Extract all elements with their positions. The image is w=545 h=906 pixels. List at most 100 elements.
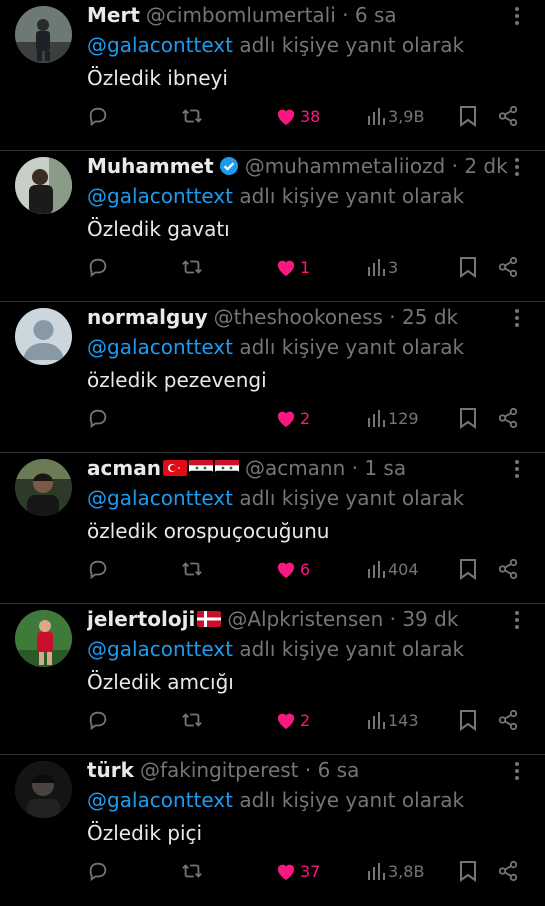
avatar[interactable] <box>15 6 72 63</box>
retweet-icon <box>182 864 202 878</box>
bookmark-button[interactable] <box>459 103 477 129</box>
like-count: 38 <box>300 106 321 126</box>
share-button[interactable] <box>497 707 519 733</box>
reply-icon <box>89 409 107 429</box>
reply-context: @galaconttext adlı kişiye yanıt olarak <box>87 335 465 359</box>
like-button[interactable]: 6 <box>275 556 310 582</box>
more-vertical-icon <box>515 7 519 25</box>
reply-context: @galaconttext adlı kişiye yanıt olarak <box>87 788 465 812</box>
action-bar: 37 3,8B <box>87 858 527 884</box>
heart-icon <box>277 109 295 126</box>
retweet-button[interactable] <box>180 103 204 129</box>
reply-context: @galaconttext adlı kişiye yanıt olarak <box>87 637 465 661</box>
avatar[interactable] <box>15 157 72 214</box>
tweet[interactable]: türk @fakingitperest · 6 sa @galaconttex… <box>0 755 545 906</box>
more-vertical-icon <box>515 158 519 176</box>
view-count: 3,9B <box>388 106 425 126</box>
share-icon <box>498 860 518 882</box>
mention-link[interactable]: @galaconttext <box>87 788 233 812</box>
views-button[interactable]: 129 <box>367 405 419 431</box>
share-icon <box>498 105 518 127</box>
reply-button[interactable] <box>87 858 109 884</box>
action-bar: 38 3,9B <box>87 103 527 129</box>
like-button[interactable]: 38 <box>275 103 320 129</box>
handle[interactable]: @muhammetaliiozd · 2 dk <box>245 151 508 181</box>
avatar[interactable] <box>15 308 72 365</box>
display-name[interactable]: acman <box>87 453 161 483</box>
reply-icon <box>89 560 107 580</box>
mention-link[interactable]: @galaconttext <box>87 335 233 359</box>
reply-icon <box>89 107 107 127</box>
view-count: 3,8B <box>388 861 425 881</box>
handle[interactable]: @acmann · 1 sa <box>245 453 406 483</box>
bookmark-button[interactable] <box>459 254 477 280</box>
like-button[interactable]: 2 <box>275 707 310 733</box>
tweet[interactable]: jelertoloji @Alpkristensen · 39 dk @gala… <box>0 604 545 755</box>
bookmark-button[interactable] <box>459 556 477 582</box>
reply-feed: Mert @cimbomlumertali · 6 sa @galacontte… <box>0 0 545 906</box>
reply-button[interactable] <box>87 405 109 431</box>
views-button[interactable]: 143 <box>367 707 419 733</box>
bookmark-icon <box>460 861 476 882</box>
display-name[interactable]: normalguy <box>87 302 208 332</box>
share-button[interactable] <box>497 556 519 582</box>
reply-button[interactable] <box>87 103 109 129</box>
share-button[interactable] <box>497 405 519 431</box>
bookmark-button[interactable] <box>459 858 477 884</box>
analytics-icon <box>368 712 385 729</box>
retweet-icon <box>182 713 202 727</box>
share-icon <box>498 709 518 731</box>
handle[interactable]: @Alpkristensen · 39 dk <box>227 604 458 634</box>
avatar[interactable] <box>15 459 72 516</box>
avatar[interactable] <box>15 610 72 667</box>
reply-button[interactable] <box>87 254 109 280</box>
syria-flag-icon <box>214 460 239 476</box>
views-button[interactable]: 3 <box>367 254 398 280</box>
display-name[interactable]: Mert <box>87 0 140 30</box>
action-bar: 2 143 <box>87 707 527 733</box>
handle[interactable]: @theshookoness · 25 dk <box>214 302 458 332</box>
bookmark-button[interactable] <box>459 707 477 733</box>
retweet-button[interactable] <box>180 556 204 582</box>
display-name[interactable]: türk <box>87 755 134 785</box>
reply-button[interactable] <box>87 707 109 733</box>
reply-context: @galaconttext adlı kişiye yanıt olarak <box>87 184 465 208</box>
tweet[interactable]: acman @acmann · 1 sa @galaconttext adlı … <box>0 453 545 604</box>
share-button[interactable] <box>497 858 519 884</box>
views-button[interactable]: 404 <box>367 556 419 582</box>
display-name[interactable]: Muhammet <box>87 151 214 181</box>
like-button[interactable]: 1 <box>275 254 310 280</box>
tweet[interactable]: normalguy @theshookoness · 25 dk @galaco… <box>0 302 545 453</box>
views-button[interactable]: 3,8B <box>367 858 424 884</box>
mention-link[interactable]: @galaconttext <box>87 33 233 57</box>
reply-context: @galaconttext adlı kişiye yanıt olarak <box>87 486 465 510</box>
share-button[interactable] <box>497 103 519 129</box>
more-options-button[interactable] <box>507 306 527 330</box>
mention-link[interactable]: @galaconttext <box>87 486 233 510</box>
share-button[interactable] <box>497 254 519 280</box>
denmark-flag-icon <box>197 611 222 627</box>
mention-link[interactable]: @galaconttext <box>87 637 233 661</box>
handle[interactable]: @fakingitperest · 6 sa <box>140 755 359 785</box>
bookmark-button[interactable] <box>459 405 477 431</box>
avatar[interactable] <box>15 761 72 818</box>
like-button[interactable]: 2 <box>275 405 310 431</box>
display-name[interactable]: jelertoloji <box>87 604 195 634</box>
reply-context: @galaconttext adlı kişiye yanıt olarak <box>87 33 465 57</box>
views-button[interactable]: 3,9B <box>367 103 424 129</box>
more-options-button[interactable] <box>507 608 527 632</box>
retweet-button[interactable] <box>180 858 204 884</box>
mention-link[interactable]: @galaconttext <box>87 184 233 208</box>
more-options-button[interactable] <box>507 759 527 783</box>
tweet[interactable]: Mert @cimbomlumertali · 6 sa @galacontte… <box>0 0 545 151</box>
reply-button[interactable] <box>87 556 109 582</box>
like-button[interactable]: 37 <box>275 858 320 884</box>
retweet-button[interactable] <box>180 254 204 280</box>
tweet[interactable]: Muhammet @muhammetaliiozd · 2 dk @galaco… <box>0 151 545 302</box>
analytics-icon <box>368 259 385 276</box>
more-options-button[interactable] <box>507 457 527 481</box>
more-options-button[interactable] <box>507 155 527 179</box>
handle[interactable]: @cimbomlumertali · 6 sa <box>146 0 397 30</box>
retweet-button[interactable] <box>180 707 204 733</box>
more-options-button[interactable] <box>507 4 527 28</box>
